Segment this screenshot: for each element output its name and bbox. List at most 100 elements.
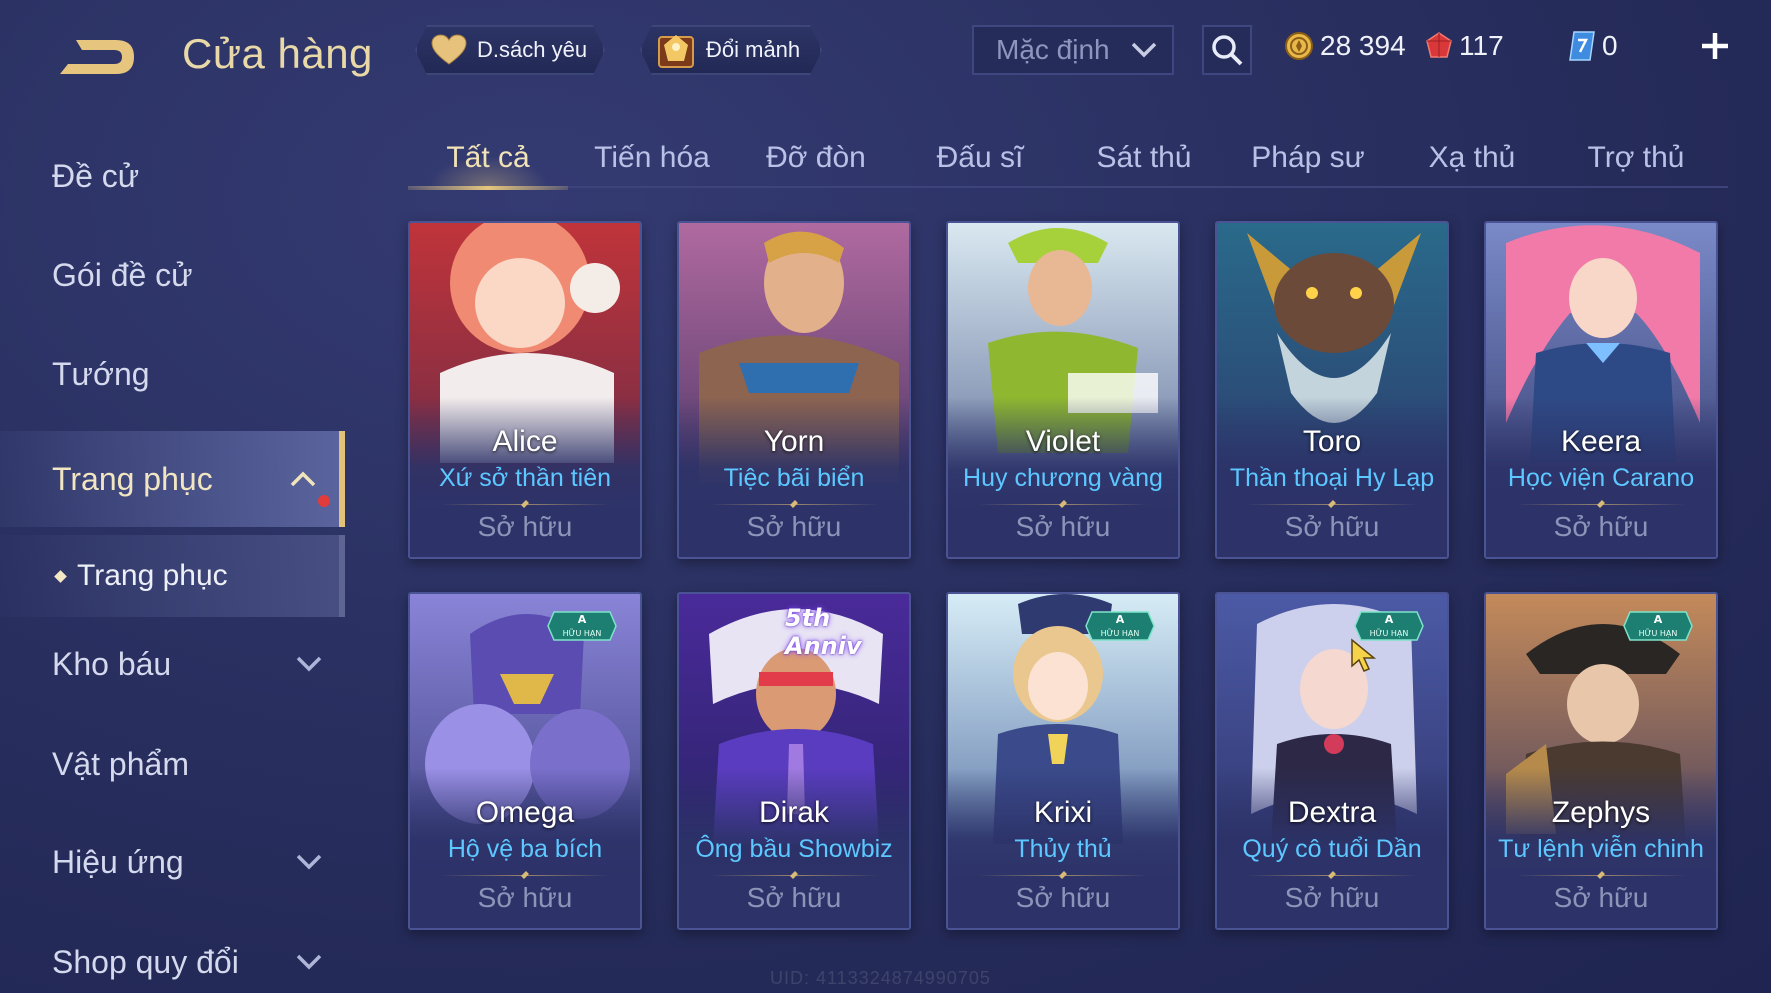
page-title: Cửa hàng (182, 30, 373, 77)
sidebar-subitem-skins[interactable]: Trang phục (0, 535, 345, 617)
tab-all[interactable]: Tất cả (408, 128, 568, 190)
ornament-divider (1247, 875, 1417, 876)
fragment-exchange-button[interactable]: Đổi mảnh (640, 25, 822, 75)
limited-badge: A HỮU HẠN (546, 608, 618, 644)
skin-name: Hộ vệ ba bích (447, 835, 603, 863)
ornament-divider (709, 504, 879, 505)
skin-name: Xứ sở thần tiên (438, 464, 612, 492)
back-button[interactable] (52, 30, 142, 80)
skin-card-omega[interactable]: A HỮU HẠN Omega Hộ vệ ba bích Sở hữu (408, 592, 642, 930)
hero-name: Dirak (758, 796, 829, 829)
category-tabs: Tất cả Tiến hóa Đỡ đòn Đấu sĩ Sát thủ Ph… (408, 128, 1728, 190)
sidebar-item-effects[interactable]: Hiệu ứng (0, 818, 345, 906)
ornament-divider (440, 875, 610, 876)
skin-card-zephys[interactable]: A HỮU HẠN Zephys Tư lệnh viễn chinh Sở h… (1484, 592, 1718, 930)
owned-status: Sở hữu (1284, 511, 1380, 542)
sidebar-item-recommended-bundles[interactable]: Gói đề cử (0, 231, 345, 319)
favorites-button[interactable]: D.sách yêu (415, 25, 605, 75)
skin-name: Quý cô tuổi Dần (1242, 835, 1422, 863)
sidebar-item-treasure[interactable]: Kho báu (0, 620, 345, 708)
owned-status: Sở hữu (477, 511, 573, 542)
skin-card-dirak[interactable]: 5th Anniv Dirak Ông bầu Showbiz Sở hữu (677, 592, 911, 930)
sidebar-item-label: Shop quy đổi (52, 943, 239, 980)
hero-name: Toro (1302, 425, 1362, 458)
skin-card-toro[interactable]: Toro Thần thoại Hy Lạp Sở hữu (1215, 221, 1449, 559)
sidebar-subitem-label: Trang phục (77, 559, 228, 592)
search-button[interactable] (1202, 25, 1252, 75)
sidebar-item-label: Tướng (52, 355, 150, 392)
sidebar-item-heroes[interactable]: Tướng (0, 330, 345, 418)
skin-card-violet[interactable]: Violet Huy chương vàng Sở hữu (946, 221, 1180, 559)
ruby-amount: 117 (1459, 30, 1504, 61)
limited-badge-grade: A (1116, 613, 1125, 626)
gold-currency: 28 394 (1284, 26, 1406, 66)
skin-card-dextra[interactable]: A HỮU HẠN Dextra Quý cô tuổi Dần Sở hữu (1215, 592, 1449, 930)
limited-badge-label: HỮU HẠN (1639, 627, 1678, 639)
ornament-divider (1247, 504, 1417, 505)
owned-status: Sở hữu (1553, 882, 1649, 913)
hero-name: Dextra (1287, 796, 1377, 829)
mouse-cursor-icon (1350, 638, 1378, 679)
sidebar-item-recommended[interactable]: Đề cử (0, 132, 345, 220)
owned-status: Sở hữu (746, 882, 842, 913)
tab-mage[interactable]: Pháp sư (1228, 128, 1388, 188)
sidebar-item-items[interactable]: Vật phẩm (0, 720, 345, 808)
limited-badge-grade: A (578, 613, 587, 626)
gold-amount: 28 394 (1320, 30, 1406, 61)
sidebar-item-exchange-shop[interactable]: Shop quy đổi (0, 918, 345, 993)
owned-status: Sở hữu (1015, 882, 1111, 913)
skin-card-keera[interactable]: Keera Học viện Carano Sở hữu (1484, 221, 1718, 559)
skin-card-krixi[interactable]: A HỮU HẠN Krixi Thủy thủ Sở hữu (946, 592, 1180, 930)
ruby-gem-icon (1426, 32, 1452, 58)
hero-name: Keera (1560, 425, 1642, 458)
ornament-divider (440, 504, 610, 505)
diamond-bullet-icon (54, 569, 67, 583)
skin-card-alice[interactable]: Alice Xứ sở thần tiên Sở hữu (408, 221, 642, 559)
owned-status: Sở hữu (1015, 511, 1111, 542)
ornament-divider (1516, 875, 1686, 876)
skin-name: Học viện Carano (1507, 464, 1695, 492)
fragments-label: Đổi mảnh (706, 37, 801, 62)
tab-tank[interactable]: Đỡ đòn (736, 128, 896, 188)
owned-status: Sở hữu (746, 511, 842, 542)
tab-marksman[interactable]: Xạ thủ (1392, 128, 1552, 188)
limited-badge: A HỮU HẠN (1622, 608, 1694, 644)
chevron-down-icon (296, 954, 322, 970)
user-id-watermark: UID: 4113324874990705 (770, 968, 991, 988)
search-icon (1212, 35, 1243, 66)
tab-assassin[interactable]: Sát thủ (1064, 128, 1224, 188)
ornament-divider (978, 875, 1148, 876)
chevron-down-icon (296, 854, 322, 870)
voucher-currency: 0 (1568, 26, 1618, 66)
ornament-divider (709, 875, 879, 876)
ornament-divider (1516, 504, 1686, 505)
back-arrow-icon (60, 40, 134, 74)
skin-name: Thủy thủ (1014, 835, 1112, 863)
chevron-up-icon (290, 471, 316, 487)
hero-name: Alice (492, 425, 558, 458)
voucher-icon (1569, 31, 1595, 61)
sidebar-item-label: Vật phẩm (52, 745, 189, 782)
sidebar: Đề cử Gói đề cử Tướng Trang phục Trang p… (0, 130, 345, 993)
skin-card-yorn[interactable]: Yorn Tiệc bãi biển Sở hữu (677, 221, 911, 559)
top-up-button[interactable] (1695, 26, 1735, 66)
sort-dropdown[interactable]: Mặc định (972, 25, 1174, 75)
sidebar-item-skins[interactable]: Trang phục (0, 431, 345, 527)
sidebar-item-label: Hiệu ứng (52, 843, 184, 880)
ruby-currency: 117 (1425, 26, 1504, 66)
tab-fighter[interactable]: Đấu sĩ (900, 128, 1060, 188)
tab-evolution[interactable]: Tiến hóa (572, 128, 732, 188)
ornament-divider (978, 504, 1148, 505)
tab-support[interactable]: Trợ thủ (1556, 128, 1716, 188)
chevron-down-icon (1131, 42, 1157, 58)
hero-name: Zephys (1551, 796, 1651, 829)
owned-status: Sở hữu (477, 882, 573, 913)
shop-screen: Cửa hàng D.sách yêu Đổi mảnh Mặc định 28… (0, 0, 1771, 993)
notification-dot (318, 495, 330, 507)
skin-name: Thần thoại Hy Lạp (1229, 464, 1435, 492)
plus-icon (1702, 33, 1728, 59)
skin-name: Ông bầu Showbiz (695, 835, 893, 863)
skin-name: Tư lệnh viễn chinh (1498, 835, 1704, 863)
hero-name: Krixi (1033, 796, 1093, 829)
owned-status: Sở hữu (1553, 511, 1649, 542)
